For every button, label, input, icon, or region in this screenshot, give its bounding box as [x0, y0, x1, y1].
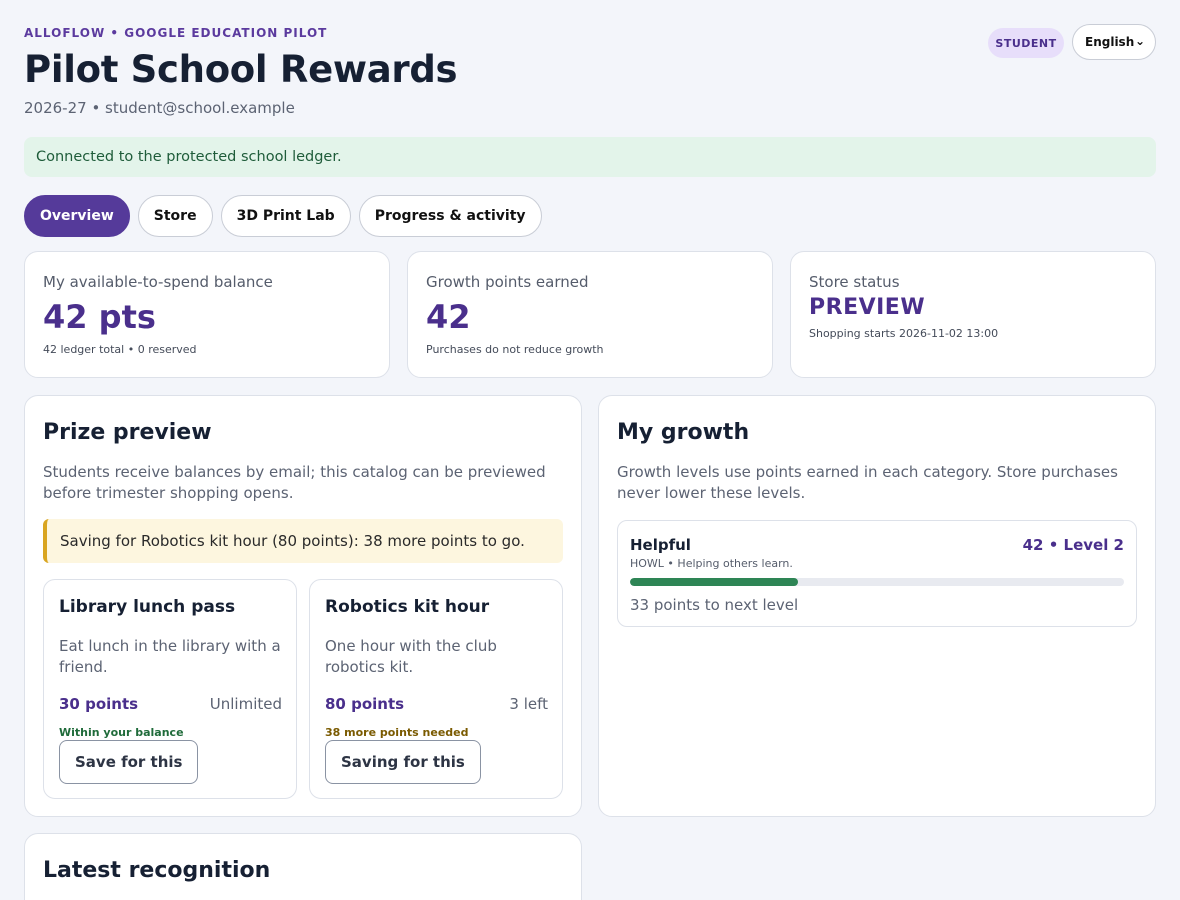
- role-badge: STUDENT: [988, 28, 1064, 58]
- prize-stock: Unlimited: [209, 695, 282, 713]
- tab-bar: Overview Store 3D Print Lab Progress & a…: [24, 195, 542, 237]
- connection-notice: Connected to the protected school ledger…: [24, 137, 1156, 177]
- prize-cost: 80 points: [325, 695, 405, 713]
- store-status-value: PREVIEW: [809, 295, 926, 320]
- prize-cost: 30 points: [59, 695, 139, 713]
- tab-progress-activity[interactable]: Progress & activity: [358, 195, 542, 237]
- growth-points-note: Purchases do not reduce growth: [426, 343, 604, 356]
- saving-goal-banner: Saving for Robotics kit hour (80 points)…: [43, 519, 563, 563]
- prize-name: Library lunch pass: [59, 597, 236, 617]
- balance-note: 42 ledger total • 0 reserved: [43, 343, 197, 356]
- tab-store[interactable]: Store: [137, 195, 213, 237]
- prize-description: One hour with the club robotics kit.: [325, 637, 497, 676]
- page-subtitle: 2026-27 • student@school.example: [24, 99, 295, 117]
- growth-points-value: 42: [426, 298, 471, 336]
- growth-category-subtitle: HOWL • Helping others learn.: [630, 557, 793, 570]
- prize-preview-description: Students receive balances by email; this…: [43, 463, 546, 502]
- eyebrow: ALLOFLOW • GOOGLE EDUCATION PILOT: [24, 26, 328, 40]
- page-title: Pilot School Rewards: [24, 48, 458, 91]
- growth-progress-fill: [630, 578, 798, 586]
- tab-3d-print-lab[interactable]: 3D Print Lab: [220, 195, 351, 237]
- prize-status: Within your balance: [59, 726, 184, 739]
- prize-preview-title: Prize preview: [43, 420, 212, 445]
- tab-overview[interactable]: Overview: [24, 195, 130, 237]
- balance-card: My available-to-spend balance 42 pts 42 …: [24, 251, 390, 378]
- growth-category-name: Helpful: [630, 536, 691, 554]
- save-for-this-button[interactable]: Save for this: [59, 740, 199, 784]
- prize-name: Robotics kit hour: [325, 597, 490, 617]
- balance-label: My available-to-spend balance: [43, 273, 273, 291]
- my-growth-panel: My growth Growth levels use points earne…: [598, 395, 1156, 817]
- store-status-note: Shopping starts 2026-11-02 13:00: [809, 327, 999, 340]
- store-status-label: Store status: [809, 273, 900, 291]
- store-status-card: Store status PREVIEW Shopping starts 202…: [790, 251, 1156, 378]
- language-select[interactable]: English ⌄: [1072, 24, 1156, 60]
- growth-progress-bar: [630, 578, 1124, 586]
- growth-category-level: 42 • Level 2: [1022, 536, 1124, 554]
- balance-value: 42 pts: [43, 298, 156, 336]
- prize-stock: 3 left: [509, 695, 548, 713]
- prize-card: Library lunch pass Eat lunch in the libr…: [43, 579, 297, 799]
- latest-recognition-title: Latest recognition: [43, 858, 271, 883]
- language-select-value: English: [1085, 35, 1135, 49]
- my-growth-description: Growth levels use points earned in each …: [617, 463, 1118, 502]
- growth-points-card: Growth points earned 42 Purchases do not…: [407, 251, 773, 378]
- growth-category: Helpful 42 • Level 2 HOWL • Helping othe…: [617, 520, 1137, 627]
- saving-for-this-button[interactable]: Saving for this: [325, 740, 481, 784]
- chevron-down-icon: ⌄: [1134, 34, 1145, 48]
- prize-preview-panel: Prize preview Students receive balances …: [24, 395, 582, 817]
- prize-card: Robotics kit hour One hour with the club…: [309, 579, 563, 799]
- prize-description: Eat lunch in the library with a friend.: [59, 637, 281, 676]
- growth-next-level: 33 points to next level: [630, 596, 799, 614]
- growth-points-label: Growth points earned: [426, 273, 589, 291]
- my-growth-title: My growth: [617, 420, 750, 445]
- prize-status: 38 more points needed: [325, 726, 469, 739]
- latest-recognition-panel: Latest recognition: [24, 833, 582, 900]
